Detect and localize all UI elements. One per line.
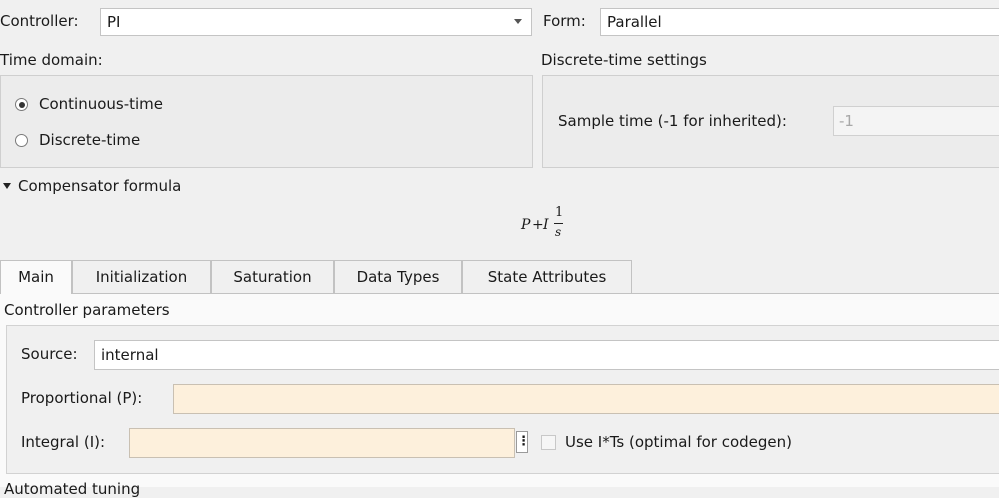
controller-label: Controller: — [0, 12, 79, 30]
compensator-formula-toggle[interactable]: Compensator formula — [2, 177, 222, 197]
source-value: internal — [101, 346, 159, 364]
automated-tuning-label: Automated tuning — [4, 480, 141, 498]
formula-i: I — [543, 217, 549, 233]
tab-saturation-label: Saturation — [233, 268, 312, 286]
form-value: Parallel — [607, 13, 662, 31]
controller-parameters-title: Controller parameters — [4, 301, 170, 319]
tab-saturation[interactable]: Saturation — [211, 260, 334, 293]
sample-time-value: -1 — [839, 112, 854, 130]
radio-continuous-time[interactable]: Continuous-time — [15, 95, 215, 115]
tab-state-attributes[interactable]: State Attributes — [462, 260, 632, 293]
radio-continuous-label: Continuous-time — [39, 95, 164, 113]
caret-down-icon — [3, 183, 11, 189]
sample-time-label: Sample time (-1 for inherited): — [558, 112, 787, 130]
use-its-label: Use I*Ts (optimal for codegen) — [565, 433, 792, 451]
tab-initialization[interactable]: Initialization — [72, 260, 211, 293]
source-select[interactable]: internal — [94, 340, 999, 370]
main-tab-content: Controller parameters Source: internal P… — [0, 293, 999, 498]
discrete-settings-panel: Sample time (-1 for inherited): -1 — [542, 75, 999, 168]
compensator-formula-label: Compensator formula — [18, 177, 182, 195]
integral-input[interactable] — [129, 428, 515, 458]
form-select[interactable]: Parallel — [600, 8, 999, 36]
tab-initialization-label: Initialization — [95, 268, 188, 286]
controller-value: PI — [107, 13, 121, 31]
controller-parameters-panel: Source: internal Proportional (P): Integ… — [6, 325, 999, 474]
tab-main[interactable]: Main — [0, 260, 72, 294]
time-domain-label: Time domain: — [0, 51, 103, 69]
use-its-checkbox[interactable]: Use I*Ts (optimal for codegen) — [541, 433, 841, 453]
integral-menu-button[interactable]: ⋮ — [516, 431, 530, 453]
kebab-menu-icon: ⋮ — [517, 434, 530, 449]
chevron-down-icon — [514, 19, 522, 24]
tab-data-types-label: Data Types — [356, 268, 440, 286]
radio-discrete-label: Discrete-time — [39, 131, 141, 149]
discrete-settings-title: Discrete-time settings — [541, 51, 707, 69]
formula-fraction-bar — [554, 223, 563, 224]
proportional-input[interactable] — [173, 384, 999, 414]
tab-state-attributes-label: State Attributes — [487, 268, 607, 286]
proportional-label: Proportional (P): — [21, 389, 143, 407]
formula-denominator: s — [555, 225, 562, 239]
checkbox-unchecked-icon — [541, 435, 556, 450]
formula-numerator: 1 — [555, 205, 564, 220]
compensator-formula: P + I 1 s — [521, 205, 581, 245]
tab-main-label: Main — [18, 268, 54, 286]
radio-selected-icon — [15, 98, 28, 111]
source-label: Source: — [21, 345, 78, 363]
radio-discrete-time[interactable]: Discrete-time — [15, 131, 215, 151]
tab-data-types[interactable]: Data Types — [334, 260, 462, 293]
form-label: Form: — [543, 12, 586, 30]
formula-plus: + — [532, 217, 544, 233]
formula-p: P — [521, 217, 531, 233]
radio-unselected-icon — [15, 134, 28, 147]
time-domain-panel: Continuous-time Discrete-time — [0, 75, 533, 168]
controller-select[interactable]: PI — [100, 8, 532, 36]
sample-time-input[interactable]: -1 — [833, 106, 999, 136]
integral-label: Integral (I): — [21, 433, 106, 451]
